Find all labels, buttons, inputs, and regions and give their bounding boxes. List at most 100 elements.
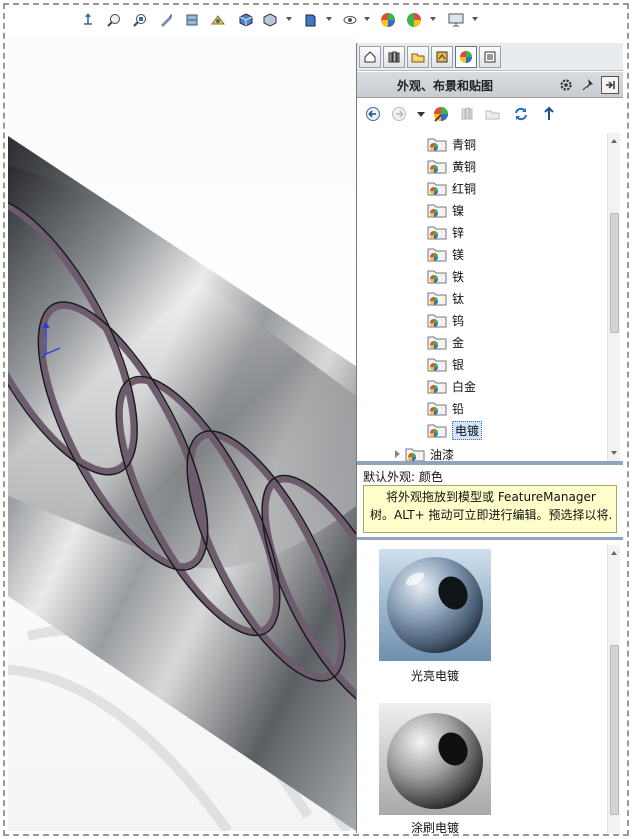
hint-tooltip: 将外观拖放到模型或 FeatureManager 树。ALT+ 拖动可立即进行编… xyxy=(363,485,617,533)
tree-item-label: 油漆 xyxy=(430,447,455,462)
tree-item[interactable]: 镍 xyxy=(427,199,587,221)
scroll-thumb[interactable] xyxy=(610,213,619,333)
tree-item-label: 白金 xyxy=(452,379,477,394)
forward-icon[interactable] xyxy=(389,104,409,124)
collapse-pane-icon[interactable] xyxy=(601,76,619,94)
brushed-chrome-swatch xyxy=(379,703,491,815)
task-pane: 外观、布景和贴图 青铜 黄铜 红铜 镍 锌 镁 铁 钛 钨 金 银 白金 铅 电… xyxy=(356,43,623,833)
scroll-up-arrow-icon[interactable] xyxy=(611,139,617,143)
appearance-folder-icon xyxy=(427,268,447,284)
gallery-caption: 光亮电镀 xyxy=(410,669,459,683)
default-appearance-label: 默认外观: 颜色 xyxy=(363,470,443,484)
display-style-icon[interactable] xyxy=(260,10,280,30)
tree-item[interactable]: 黄铜 xyxy=(427,155,587,177)
refresh-icon[interactable] xyxy=(511,104,531,124)
appearance-folder-icon xyxy=(427,202,447,218)
splitter-bar[interactable] xyxy=(357,461,623,465)
appearance-folder-icon xyxy=(427,356,447,372)
appearance-folder-icon xyxy=(427,136,447,152)
history-dropdown-icon[interactable] xyxy=(411,104,431,124)
appearances-tree: 青铜黄铜红铜镍锌镁铁钛钨金银白金铅电镀油漆 xyxy=(357,133,605,463)
tree-item-label: 金 xyxy=(452,335,465,350)
dynamic-annotation-icon[interactable] xyxy=(208,10,228,30)
scene-dropdown-icon[interactable] xyxy=(430,17,436,21)
tree-item[interactable]: 铅 xyxy=(427,397,587,419)
pane-title: 外观、布景和贴图 xyxy=(397,79,494,93)
zoom-to-fit-icon[interactable] xyxy=(104,10,124,30)
tree-item-label: 镍 xyxy=(452,203,465,218)
tree-scrollbar[interactable] xyxy=(607,133,620,463)
tree-item[interactable]: 电镀 xyxy=(427,419,587,441)
zoom-to-area-icon[interactable] xyxy=(130,10,150,30)
custom-properties-tab-icon[interactable] xyxy=(479,46,501,68)
add-folder-icon[interactable] xyxy=(457,104,477,124)
scroll-down-arrow-icon[interactable] xyxy=(611,451,617,455)
appearance-folder-icon xyxy=(427,290,447,306)
hint-line-2: 树。ALT+ 拖动可立即进行编辑。预选择以将... xyxy=(370,508,612,522)
file-explorer-tab-icon[interactable] xyxy=(407,46,429,68)
tree-item-label: 青铜 xyxy=(452,137,477,152)
expand-arrow-icon[interactable] xyxy=(395,450,400,458)
apply-scene-icon[interactable] xyxy=(404,10,424,30)
tree-item[interactable]: 青铜 xyxy=(427,133,587,155)
hide-show-dropdown-icon[interactable] xyxy=(326,17,332,21)
tree-item[interactable]: 锌 xyxy=(427,221,587,243)
previous-view-icon[interactable] xyxy=(156,10,176,30)
tree-item-label: 红铜 xyxy=(452,181,477,196)
options-gear-icon[interactable] xyxy=(557,76,575,94)
appearance-folder-icon xyxy=(427,180,447,196)
appearance-folder-icon xyxy=(427,312,447,328)
tree-item[interactable]: 银 xyxy=(427,353,587,375)
appearances-tab-icon[interactable] xyxy=(455,46,477,68)
tree-item-label: 锌 xyxy=(452,225,465,240)
gallery-scroll-thumb[interactable] xyxy=(610,645,619,815)
gallery-scrollbar[interactable] xyxy=(607,545,620,833)
edit-appearance-icon[interactable] xyxy=(378,10,398,30)
open-folder-icon[interactable] xyxy=(483,104,503,124)
tree-item[interactable]: 钛 xyxy=(427,287,587,309)
tree-item[interactable]: 铁 xyxy=(427,265,587,287)
view-orientation-icon[interactable] xyxy=(78,10,98,30)
view-settings-dropdown-icon[interactable] xyxy=(472,17,478,21)
gallery-scroll-up-icon[interactable] xyxy=(611,551,617,555)
heads-up-toolbar xyxy=(0,4,632,34)
view-orientation-cube-icon[interactable] xyxy=(236,10,256,30)
section-view-icon[interactable] xyxy=(182,10,202,30)
display-style-dropdown-icon[interactable] xyxy=(286,17,292,21)
tree-item-paint[interactable]: 油漆 xyxy=(405,443,565,463)
tree-item-label: 钨 xyxy=(452,313,465,328)
appearance-folder-icon xyxy=(427,378,447,394)
tree-item-label: 铅 xyxy=(452,401,465,416)
appearance-folder-icon xyxy=(427,158,447,174)
hide-show-items-icon[interactable] xyxy=(300,10,320,30)
gallery-splitter-bar[interactable] xyxy=(357,537,623,540)
appearance-folder-icon xyxy=(427,246,447,262)
polished-chrome-swatch xyxy=(379,549,491,661)
appearance-folder-icon xyxy=(427,334,447,350)
tree-item[interactable]: 钨 xyxy=(427,309,587,331)
gallery-item[interactable] xyxy=(379,549,491,661)
tree-item[interactable]: 金 xyxy=(427,331,587,353)
appearance-folder-icon xyxy=(427,400,447,416)
tree-item-label: 黄铜 xyxy=(452,159,477,174)
tree-item[interactable]: 红铜 xyxy=(427,177,587,199)
pane-title-bar: 外观、布景和贴图 xyxy=(357,72,623,98)
graphics-area[interactable] xyxy=(8,36,356,831)
up-icon[interactable] xyxy=(539,104,559,124)
eye-dropdown-icon[interactable] xyxy=(364,17,370,21)
edit-appearance-eye-icon[interactable] xyxy=(340,10,360,30)
back-icon[interactable] xyxy=(363,104,383,124)
tree-item[interactable]: 白金 xyxy=(427,375,587,397)
view-settings-icon[interactable] xyxy=(446,10,466,30)
appearance-folder-icon xyxy=(405,446,425,462)
design-library-tab-icon[interactable] xyxy=(383,46,405,68)
home-tab-icon[interactable] xyxy=(359,46,381,68)
view-palette-tab-icon[interactable] xyxy=(431,46,453,68)
tree-item[interactable]: 镁 xyxy=(427,243,587,265)
appearances-icon[interactable] xyxy=(431,104,451,124)
pane-nav-bar xyxy=(357,99,623,129)
hint-line-1: 将外观拖放到模型或 FeatureManager xyxy=(386,490,596,504)
shaft-model-render[interactable] xyxy=(8,36,356,831)
pin-icon[interactable] xyxy=(579,76,597,94)
gallery-item[interactable] xyxy=(379,703,491,815)
